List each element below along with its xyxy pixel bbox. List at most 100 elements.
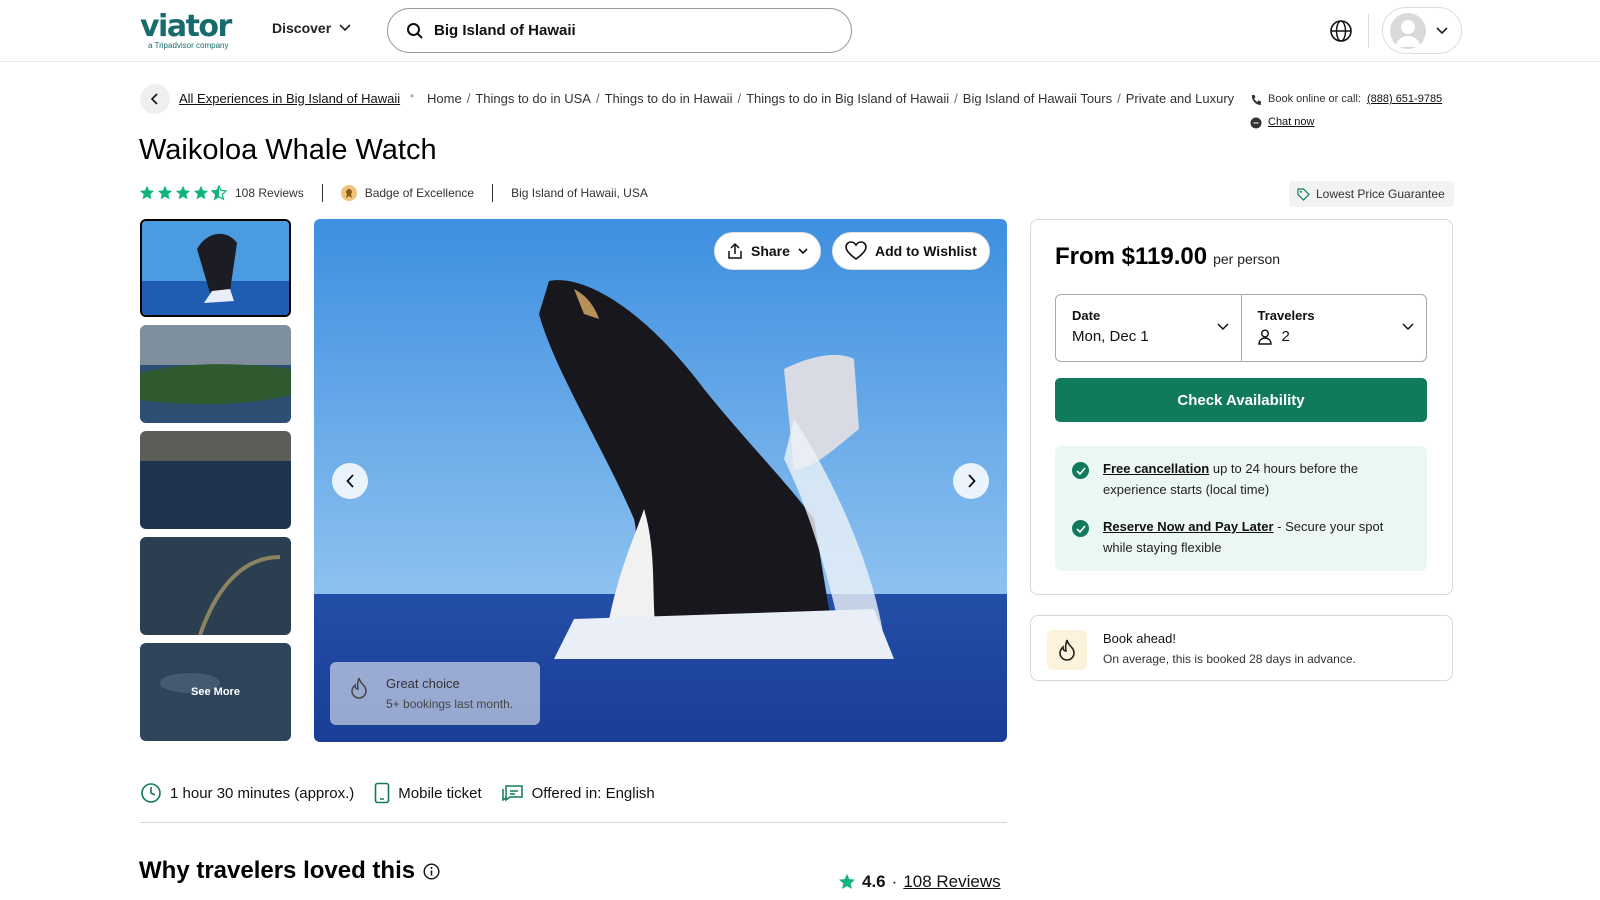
phone-link[interactable]: (888) 651-9785 [1367, 88, 1442, 111]
rating-stars[interactable] [139, 185, 227, 201]
heart-icon [845, 241, 867, 260]
search-icon [407, 22, 423, 39]
contact-box: Book online or call: (888) 651-9785 Chat… [1250, 88, 1442, 134]
info-icon[interactable] [423, 862, 440, 880]
next-photo-button[interactable] [953, 463, 989, 499]
reserve-now-link[interactable]: Reserve Now and Pay Later [1103, 519, 1274, 534]
check-availability-button[interactable]: Check Availability [1055, 378, 1427, 422]
chevron-down-icon [1436, 26, 1448, 34]
share-icon [728, 242, 742, 259]
language-feature: Offered in: English [501, 783, 655, 803]
viator-logo[interactable]: viator a Tripadvisor company [140, 12, 244, 52]
breadcrumb-item[interactable]: Things to do in Big Island of Hawaii [746, 91, 949, 106]
meta-divider [492, 184, 494, 202]
reserve-now-perk: Reserve Now and Pay Later - Secure your … [1103, 516, 1413, 558]
top-header: viator a Tripadvisor company Discover [0, 0, 1600, 62]
mobile-ticket-text: Mobile ticket [398, 784, 482, 802]
product-meta: 108 Reviews Badge of Excellence Big Isla… [139, 182, 648, 204]
check-icon [1072, 462, 1089, 479]
section-divider [140, 822, 1007, 823]
breadcrumb: Home / Things to do in USA / Things to do in… [427, 91, 1235, 106]
why-title: Why travelers loved this [139, 857, 416, 884]
lowest-price-guarantee[interactable]: Lowest Price Guarantee [1289, 181, 1454, 207]
search-input[interactable] [434, 22, 814, 39]
date-picker[interactable]: Date Mon, Dec 1 [1056, 295, 1241, 361]
duration-text: 1 hour 30 minutes (approx.) [170, 784, 355, 802]
duration-feature: 1 hour 30 minutes (approx.) [140, 782, 354, 804]
logo-subtitle: a Tripadvisor company [148, 41, 229, 50]
search-bar[interactable] [387, 8, 852, 53]
gallery-thumbnail[interactable] [140, 537, 291, 635]
phone-icon [1251, 94, 1261, 105]
booking-card: From $119.00 per person Date Mon, Dec 1 … [1030, 219, 1453, 595]
free-cancellation-perk: Free cancellation up to 24 hours before … [1103, 458, 1413, 500]
header-divider [1368, 14, 1369, 48]
chevron-left-icon [345, 474, 354, 488]
great-choice-badge: Great choice 5+ bookings last month. [330, 662, 540, 725]
all-experiences-link[interactable]: All Experiences in Big Island of Hawaii [179, 91, 400, 106]
chat-icon [1250, 117, 1262, 128]
date-label: Date [1072, 308, 1101, 323]
wishlist-label: Add to Wishlist [875, 243, 977, 259]
location-text: Big Island of Hawaii, USA [511, 186, 648, 200]
breadcrumb-dot: • [410, 89, 415, 103]
reviews-count[interactable]: 108 Reviews [235, 186, 304, 200]
chevron-down-icon [798, 247, 808, 254]
language-text: Offered in: English [531, 784, 655, 802]
account-menu[interactable] [1382, 7, 1462, 54]
gallery-thumbnail[interactable] [140, 325, 291, 423]
breadcrumb-item[interactable]: Things to do in USA [475, 91, 591, 106]
share-label: Share [751, 243, 790, 259]
date-travelers-picker: Date Mon, Dec 1 Travelers 2 [1055, 294, 1427, 362]
chevron-down-icon [1216, 323, 1229, 331]
see-more-label[interactable]: See More [140, 643, 291, 741]
badge-icon [340, 185, 357, 201]
share-button[interactable]: Share [714, 232, 821, 270]
lowest-price-label: Lowest Price Guarantee [1316, 187, 1445, 201]
person-icon [1257, 329, 1272, 345]
star-icon [139, 185, 155, 200]
free-cancellation-link[interactable]: Free cancellation [1103, 461, 1209, 476]
travelers-label: Travelers [1257, 308, 1315, 323]
tag-icon [1297, 187, 1310, 201]
booking-perks: Free cancellation up to 24 hours before … [1055, 446, 1427, 571]
clock-icon [141, 783, 161, 803]
flame-icon [1047, 630, 1087, 670]
price-block: From $119.00 per person [1055, 243, 1280, 271]
chevron-down-icon [1402, 323, 1414, 331]
gallery-thumbnail[interactable] [140, 219, 291, 317]
gallery-thumbnail[interactable] [140, 431, 291, 529]
breadcrumb-item[interactable]: Home [427, 91, 462, 106]
globe-icon[interactable] [1328, 18, 1354, 44]
star-icon [157, 185, 173, 200]
chevron-down-icon [339, 24, 351, 32]
breadcrumb-item[interactable]: Big Island of Hawaii Tours [963, 91, 1112, 106]
features-row: 1 hour 30 minutes (approx.) Mobile ticke… [140, 782, 675, 804]
page-title: Waikoloa Whale Watch [139, 134, 437, 166]
travelers-picker[interactable]: Travelers 2 [1240, 295, 1427, 361]
reviews-link[interactable]: 108 Reviews [903, 872, 1000, 892]
why-travelers-heading: Why travelers loved this [139, 857, 440, 885]
book-online-text: Book online or call: [1268, 93, 1361, 105]
phone-ticket-icon [374, 782, 390, 804]
book-ahead-title: Book ahead! [1103, 631, 1177, 646]
star-icon [175, 185, 191, 200]
mobile-ticket-feature: Mobile ticket [374, 782, 482, 804]
avatar-icon [1390, 12, 1426, 49]
chat-now-link[interactable]: Chat now [1268, 111, 1314, 134]
rating-value: 4.6 [862, 872, 886, 891]
badge-of-excellence: Badge of Excellence [364, 186, 475, 200]
travelers-value: 2 [1281, 328, 1290, 345]
discover-menu[interactable]: Discover [272, 20, 351, 36]
discover-label: Discover [272, 20, 332, 36]
breadcrumb-item[interactable]: Private and Luxury [1126, 91, 1234, 106]
per-person-label: per person [1213, 251, 1281, 267]
meta-divider [321, 184, 323, 202]
gallery-thumbnail[interactable]: See More [140, 643, 291, 741]
breadcrumb-item[interactable]: Things to do in Hawaii [605, 91, 733, 106]
chevron-left-icon [151, 93, 158, 105]
back-button[interactable] [140, 84, 170, 114]
add-to-wishlist-button[interactable]: Add to Wishlist [832, 232, 990, 270]
previous-photo-button[interactable] [332, 463, 368, 499]
chevron-right-icon [967, 474, 976, 488]
